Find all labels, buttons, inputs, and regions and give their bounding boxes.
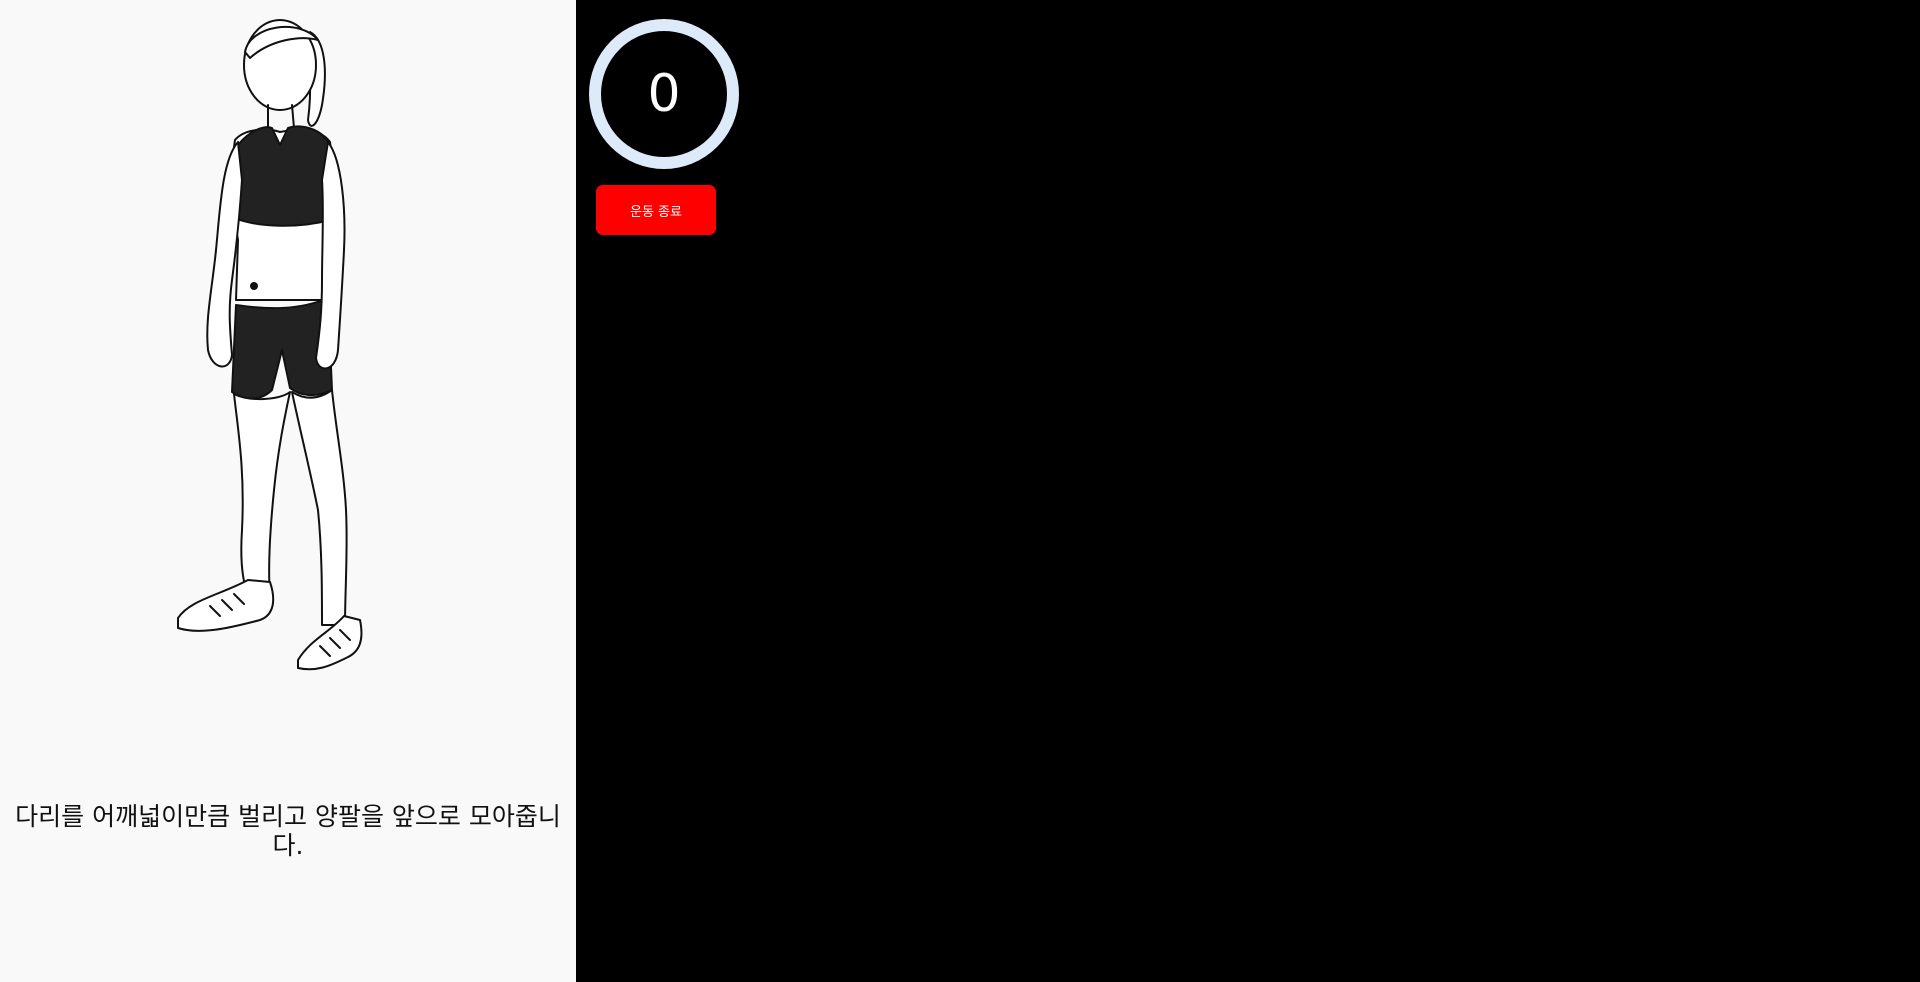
exercise-screen: 다리를 어깨넓이만큼 벌리고 양팔을 앞으로 모아줍니다. 0 운동 종료 bbox=[0, 0, 1920, 982]
camera-panel: 0 운동 종료 bbox=[576, 0, 1920, 982]
exercise-instruction: 다리를 어깨넓이만큼 벌리고 양팔을 앞으로 모아줍니다. bbox=[15, 802, 561, 860]
standing-woman-illustration-icon bbox=[150, 10, 400, 690]
rep-counter-value: 0 bbox=[647, 64, 681, 124]
exercise-guide-panel: 다리를 어깨넓이만큼 벌리고 양팔을 앞으로 모아줍니다. bbox=[0, 0, 576, 982]
end-workout-button[interactable]: 운동 종료 bbox=[596, 185, 716, 235]
rep-counter: 0 bbox=[589, 19, 739, 169]
